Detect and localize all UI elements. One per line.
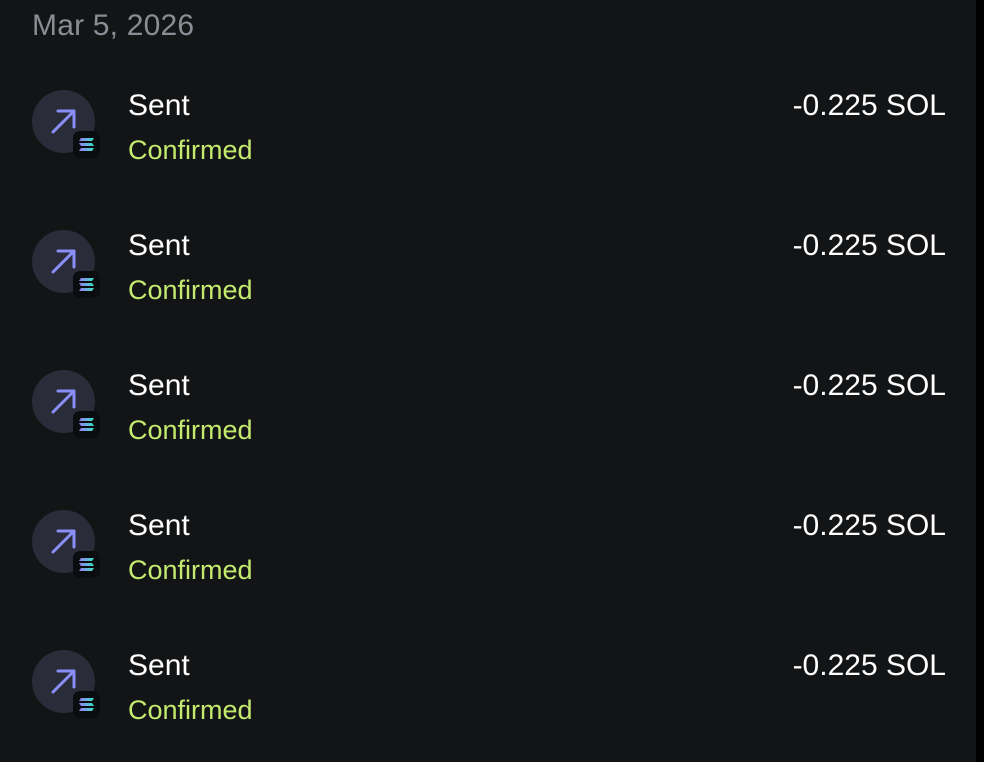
- date-group-heading: Mar 5, 2026: [32, 9, 195, 42]
- transaction-status: Confirmed: [128, 415, 253, 445]
- transaction-row[interactable]: Sent Confirmed -0.225 SOL: [0, 642, 976, 760]
- transaction-icon: [32, 370, 100, 438]
- solana-icon: [73, 691, 100, 718]
- transaction-status: Confirmed: [128, 135, 253, 165]
- transaction-type: Sent: [128, 509, 190, 542]
- transaction-amount: -0.225 SOL: [792, 369, 946, 402]
- transaction-row[interactable]: Sent Confirmed -0.225 SOL: [0, 222, 976, 340]
- transaction-type: Sent: [128, 229, 190, 262]
- transaction-row[interactable]: Sent Confirmed -0.225 SOL: [0, 362, 976, 480]
- transaction-icon: [32, 230, 100, 298]
- solana-icon: [73, 131, 100, 158]
- transaction-type: Sent: [128, 649, 190, 682]
- transaction-status: Confirmed: [128, 555, 253, 585]
- transaction-amount: -0.225 SOL: [792, 229, 946, 262]
- solana-icon: [73, 271, 100, 298]
- activity-list: Mar 5, 2026 Sent Confirmed -0.225 SOL Se…: [0, 0, 976, 762]
- scrollbar-edge: [976, 0, 984, 762]
- transaction-row[interactable]: Sent Confirmed -0.225 SOL: [0, 502, 976, 620]
- transaction-amount: -0.225 SOL: [792, 509, 946, 542]
- solana-icon: [73, 411, 100, 438]
- solana-icon: [73, 551, 100, 578]
- transaction-type: Sent: [128, 89, 190, 122]
- transaction-row[interactable]: Sent Confirmed -0.225 SOL: [0, 82, 976, 200]
- transaction-amount: -0.225 SOL: [792, 89, 946, 122]
- transaction-status: Confirmed: [128, 695, 253, 725]
- transaction-icon: [32, 650, 100, 718]
- transaction-icon: [32, 90, 100, 158]
- transaction-type: Sent: [128, 369, 190, 402]
- transaction-icon: [32, 510, 100, 578]
- transaction-amount: -0.225 SOL: [792, 649, 946, 682]
- transaction-status: Confirmed: [128, 275, 253, 305]
